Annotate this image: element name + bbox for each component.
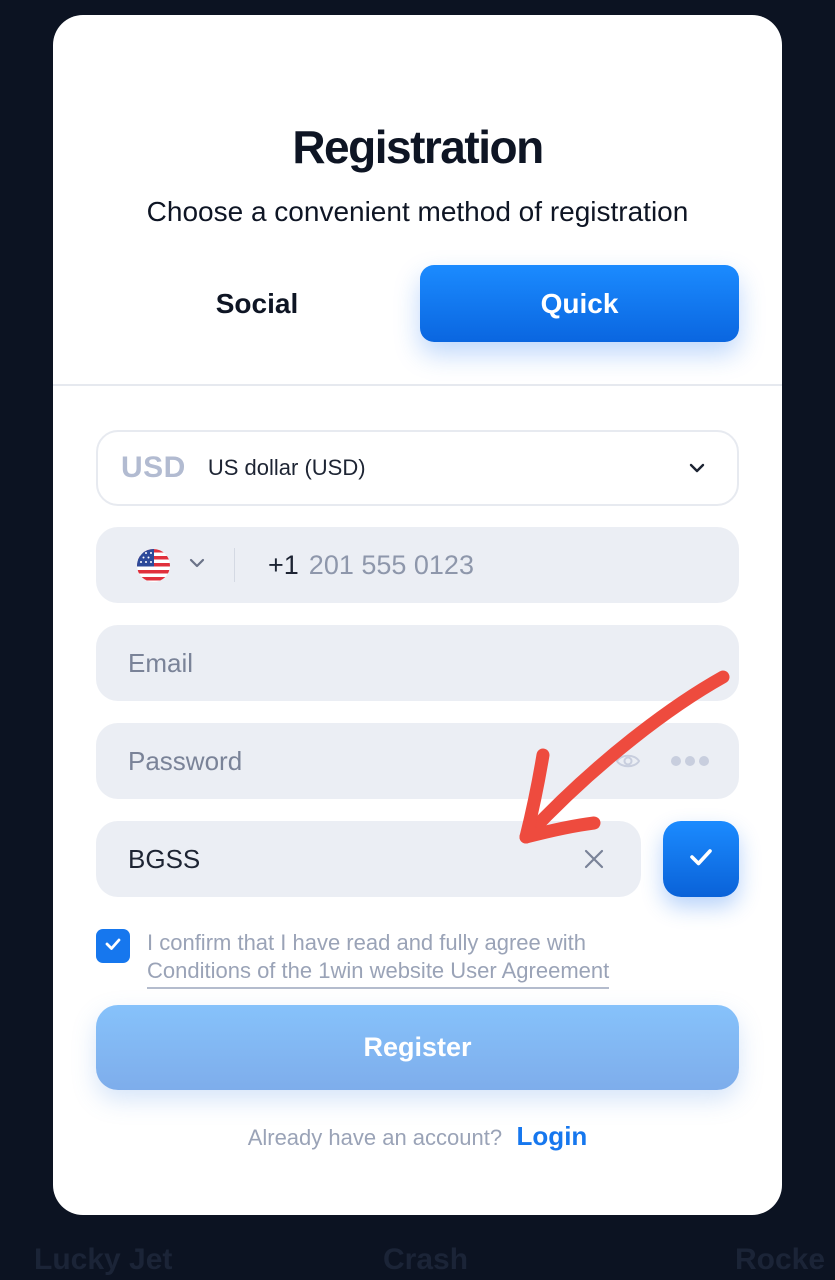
tab-social[interactable]: Social — [101, 265, 413, 342]
registration-modal: Registration Choose a convenient method … — [53, 15, 782, 1215]
phone-country-code: +1 — [268, 549, 299, 580]
red-arrow-icon — [519, 670, 730, 844]
phone-separator — [234, 548, 235, 582]
email-placeholder: Email — [128, 647, 194, 678]
chevron-down-icon[interactable] — [188, 554, 206, 577]
register-button[interactable]: Register — [96, 1005, 739, 1090]
modal-title: Registration — [292, 121, 544, 173]
phone-input[interactable]: 201 555 0123 — [309, 550, 474, 581]
login-question: Already have an account? — [247, 1125, 503, 1150]
section-divider — [53, 384, 782, 386]
agreement-label: I confirm that I have read and fully agr… — [147, 930, 587, 955]
phone-field[interactable]: +1 201 555 0123 — [96, 527, 739, 603]
password-placeholder: Password — [128, 745, 243, 776]
promo-code-value: BGSS — [128, 843, 201, 874]
background-game-label: Lucky Jet — [34, 1243, 173, 1276]
modal-subtitle: Choose a convenient method of registrati… — [146, 196, 689, 227]
user-agreement-link[interactable]: Conditions of the 1win website User Agre… — [147, 957, 610, 989]
background-game-label: Crash — [383, 1243, 469, 1276]
tab-quick[interactable]: Quick — [420, 265, 739, 342]
us-flag-icon[interactable] — [137, 548, 170, 582]
check-icon — [103, 934, 123, 959]
currency-name: US dollar (USD) — [207, 455, 366, 480]
login-row: Already have an account? Login — [53, 1121, 782, 1152]
login-link[interactable]: Login — [517, 1121, 588, 1151]
agreement-checkbox[interactable] — [96, 929, 130, 963]
background-game-label: Rocke — [735, 1243, 826, 1276]
chevron-down-icon — [687, 458, 707, 483]
currency-code: USD — [121, 451, 186, 484]
currency-select[interactable]: USD US dollar (USD) — [96, 430, 739, 506]
agreement-text: I confirm that I have read and fully agr… — [147, 929, 707, 989]
